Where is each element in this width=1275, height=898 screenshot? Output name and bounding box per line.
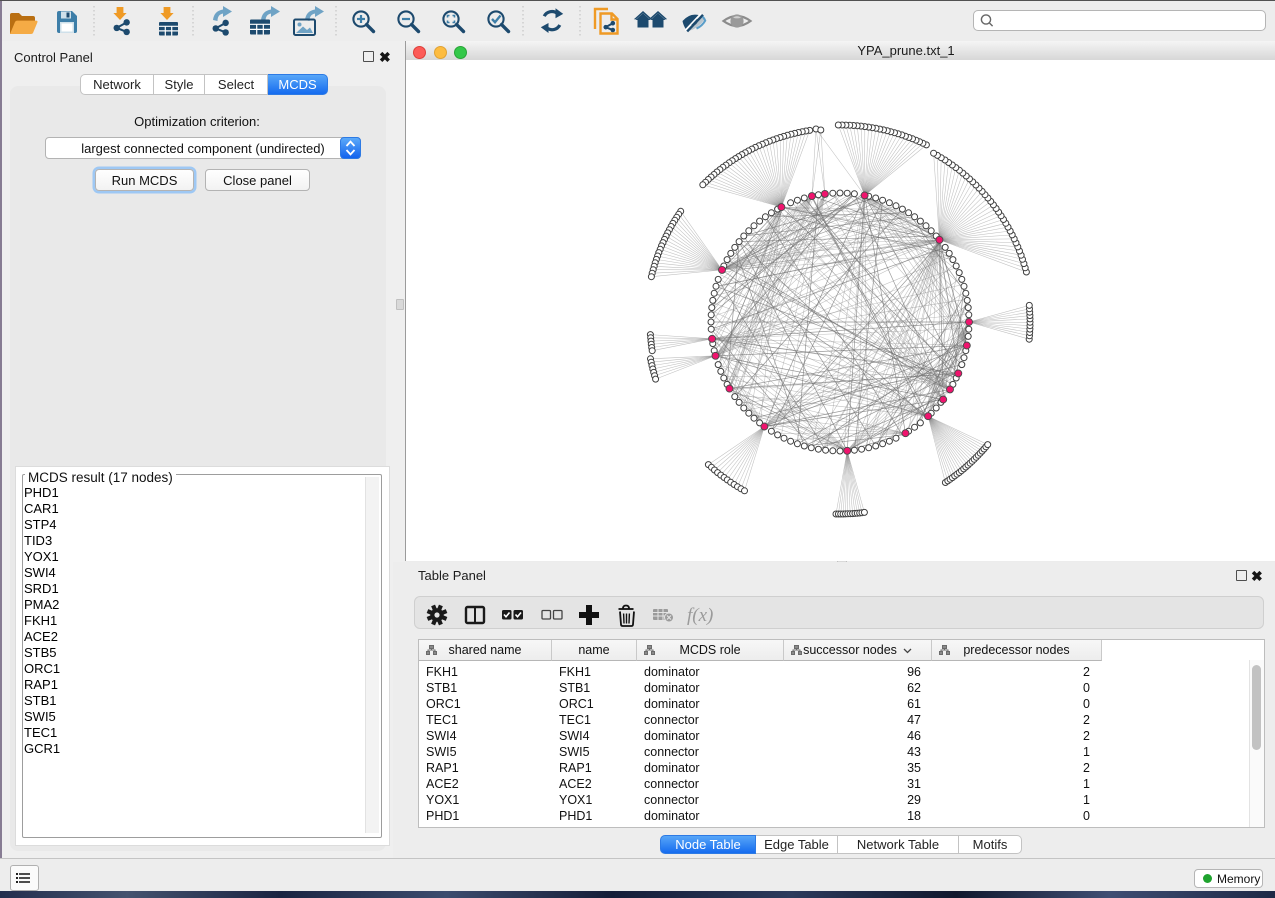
- svg-text:f(x): f(x): [687, 605, 713, 626]
